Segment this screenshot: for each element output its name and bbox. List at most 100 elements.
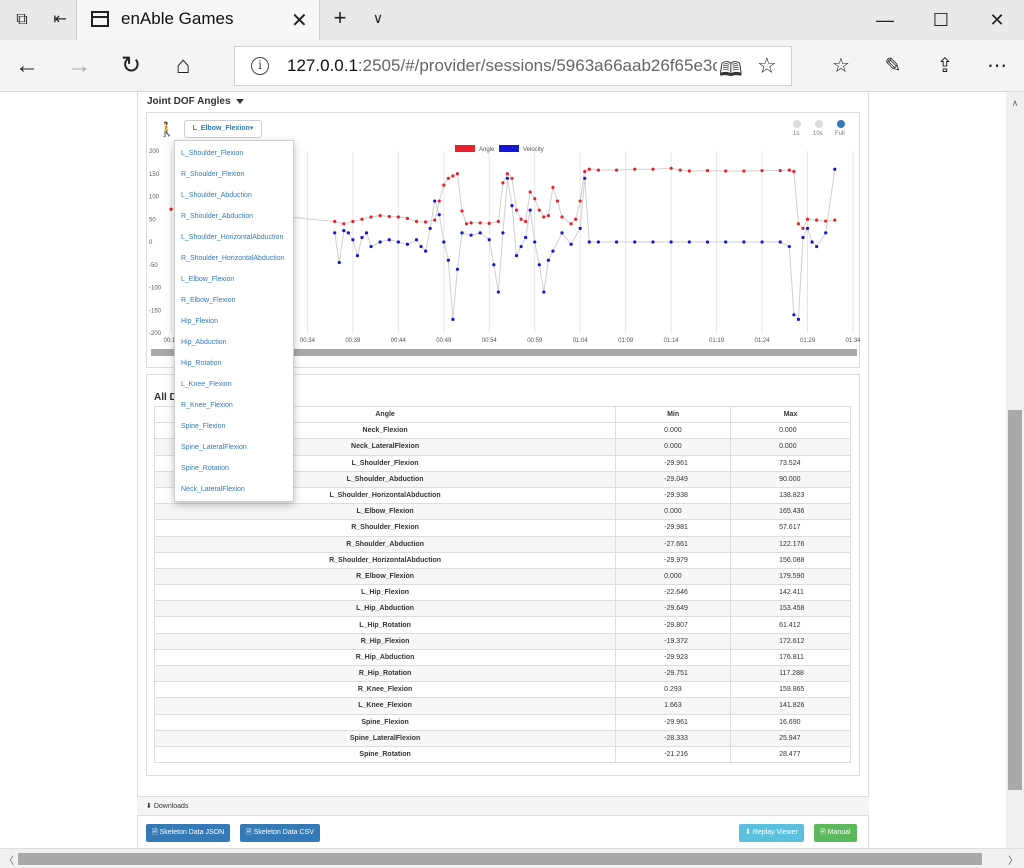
- dropdown-item[interactable]: R_Shoulder_Abduction: [181, 213, 253, 220]
- skeleton-json-button[interactable]: 🗎 Skeleton Data JSON: [146, 824, 231, 842]
- data-point-velocity: [796, 317, 801, 321]
- favorites-hub-icon[interactable]: ☆: [826, 52, 856, 80]
- data-point-angle: [614, 168, 619, 172]
- dropdown-item[interactable]: Neck_LateralFlexion: [181, 486, 245, 493]
- browser-tab[interactable]: enAble Games ✕: [76, 0, 320, 40]
- data-point-angle: [433, 218, 437, 222]
- range-control[interactable]: 1s 10s Full: [789, 120, 849, 142]
- dropdown-item[interactable]: Spine_LateralFlexion: [181, 444, 247, 451]
- tabs-aside-icon[interactable]: ⇤: [50, 10, 70, 30]
- reading-view-icon[interactable]: 🕮: [719, 55, 743, 89]
- skeleton-csv-button[interactable]: 🗎 Skeleton Data CSV: [240, 824, 320, 842]
- joint-select[interactable]: L_Elbow_Flexion▾: [184, 120, 262, 138]
- minimize-icon[interactable]: —: [862, 6, 908, 34]
- home-icon[interactable]: ⌂: [168, 52, 198, 80]
- vertical-scroll-thumb[interactable]: [1008, 410, 1022, 790]
- dropdown-item[interactable]: L_Knee_Flexion: [181, 381, 232, 388]
- x-tick-label: 01:19: [709, 338, 725, 344]
- data-point-velocity: [537, 263, 541, 267]
- cell-angle: R_Hip_Rotation: [153, 664, 617, 683]
- data-point-angle: [669, 166, 673, 170]
- data-point-angle: [496, 219, 500, 224]
- dropdown-item[interactable]: Hip_Flexion: [181, 318, 218, 325]
- cell-angle: R_Shoulder_HorizontalAbduction: [153, 551, 617, 569]
- data-point-velocity: [424, 249, 428, 253]
- data-point-velocity: [801, 235, 805, 240]
- back-arrow-icon[interactable]: ←: [12, 52, 42, 80]
- page-favicon-icon: [91, 11, 109, 27]
- scroll-left-icon[interactable]: 〈: [4, 852, 14, 867]
- range-dot-10s[interactable]: [815, 120, 823, 128]
- data-point-velocity: [542, 290, 546, 294]
- dropdown-item[interactable]: L_Elbow_Flexion: [181, 276, 234, 283]
- replay-viewer-button[interactable]: ⬇ Replay Viewer: [739, 824, 804, 842]
- cell-angle: L_Hip_Abduction: [153, 600, 617, 618]
- data-point-velocity: [396, 240, 400, 244]
- range-dot-1s[interactable]: [793, 120, 801, 128]
- scroll-right-icon[interactable]: 〉: [1008, 852, 1018, 867]
- refresh-icon[interactable]: ↻: [116, 52, 146, 80]
- dropdown-item[interactable]: Hip_Rotation: [181, 360, 221, 367]
- page-horizontal-scrollbar[interactable]: 〈 〉: [0, 848, 1024, 868]
- horizontal-scroll-thumb[interactable]: [18, 853, 982, 865]
- data-point-velocity: [405, 242, 410, 246]
- section-joint-dof-angles[interactable]: Joint DOF Angles: [147, 96, 244, 107]
- table-row: L_Knee_Flexion 1.663 141.826: [153, 697, 851, 715]
- dropdown-item[interactable]: Spine_Flexion: [181, 423, 225, 430]
- data-point-velocity: [414, 238, 419, 242]
- data-point-angle: [633, 167, 637, 171]
- dropdown-item[interactable]: L_Shoulder_Abduction: [181, 192, 252, 199]
- header-max[interactable]: Max: [730, 405, 851, 424]
- tab-close-icon[interactable]: ✕: [291, 8, 308, 33]
- cell-max: 159.865: [730, 681, 851, 699]
- scroll-up-icon[interactable]: ∧: [1009, 98, 1021, 110]
- cell-max: 57.617: [730, 519, 851, 537]
- data-point-velocity: [387, 238, 391, 242]
- dropdown-item[interactable]: R_Elbow_Flexion: [181, 297, 235, 304]
- cell-min: -22.646: [615, 584, 732, 602]
- site-info-icon[interactable]: i: [251, 57, 269, 75]
- address-url[interactable]: 127.0.0.1:2505/#/provider/sessions/5963a…: [287, 56, 717, 76]
- data-point-angle: [833, 218, 837, 222]
- person-icon: 🚶: [158, 121, 176, 137]
- dropdown-item[interactable]: L_Shoulder_Flexion: [181, 150, 243, 157]
- data-point-angle: [537, 208, 541, 212]
- star-icon[interactable]: ☆: [757, 53, 777, 79]
- y-tick-label: -100: [149, 286, 162, 292]
- more-icon[interactable]: ⋯: [982, 52, 1012, 80]
- range-dot-full[interactable]: [837, 120, 845, 128]
- cell-max: 176.811: [730, 648, 851, 667]
- cell-max: 141.826: [730, 697, 851, 715]
- data-point-angle: [551, 185, 555, 189]
- pen-icon[interactable]: ✎: [878, 52, 908, 80]
- new-tab-icon[interactable]: +: [330, 7, 350, 29]
- dropdown-item[interactable]: L_Shoulder_HorizontalAbduction: [181, 234, 283, 241]
- dropdown-item[interactable]: R_Shoulder_HorizontalAbduction: [181, 255, 285, 262]
- cell-max: 156.088: [730, 551, 851, 569]
- address-bar[interactable]: i 127.0.0.1:2505/#/provider/sessions/596…: [234, 46, 792, 86]
- dropdown-item[interactable]: Hip_Abduction: [181, 339, 227, 346]
- dropdown-item[interactable]: Spine_Rotation: [181, 465, 229, 472]
- forward-arrow-icon[interactable]: →: [64, 52, 94, 80]
- data-point-velocity: [505, 176, 510, 180]
- maximize-icon[interactable]: ☐: [918, 6, 964, 34]
- data-point-velocity: [528, 208, 532, 212]
- table-row: R_Shoulder_Flexion -29.981 57.617: [153, 519, 851, 537]
- data-point-angle: [787, 168, 791, 172]
- share-icon[interactable]: ⇪: [930, 52, 960, 80]
- tab-list-icon[interactable]: ⧉: [12, 10, 32, 30]
- data-point-angle: [724, 169, 728, 173]
- page-vertical-scrollbar[interactable]: ∧: [1006, 92, 1024, 848]
- header-min[interactable]: Min: [615, 405, 732, 424]
- data-point-velocity: [419, 244, 423, 249]
- manual-button[interactable]: 🗎 Manual: [814, 824, 857, 842]
- dropdown-item[interactable]: R_Shoulder_Flexion: [181, 171, 244, 178]
- data-point-velocity: [533, 240, 537, 244]
- cell-angle: L_Elbow_Flexion: [153, 503, 617, 521]
- data-point-angle: [464, 222, 469, 226]
- dropdown-item[interactable]: R_Knee_Flexion: [181, 402, 233, 409]
- chevron-down-icon[interactable]: ∨: [368, 8, 388, 28]
- data-point-angle: [705, 168, 710, 173]
- close-window-icon[interactable]: ✕: [974, 6, 1020, 34]
- cell-min: 0.293: [615, 681, 732, 699]
